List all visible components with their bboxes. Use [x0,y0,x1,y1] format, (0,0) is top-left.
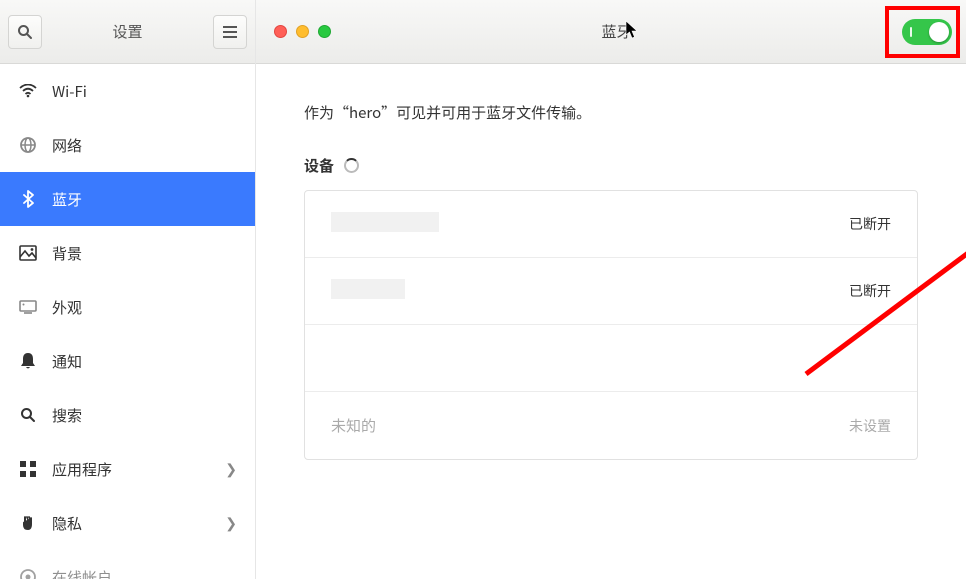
maximize-window-button[interactable] [318,25,331,38]
sidebar-item-wifi[interactable]: Wi-Fi [0,64,255,118]
chevron-right-icon: ❯ [225,513,237,533]
magnifier-icon [15,24,35,40]
wifi-icon [18,84,38,98]
device-row[interactable]: 已断开 [305,258,917,325]
menu-icon [220,26,240,38]
device-status: 已断开 [849,281,891,301]
device-row[interactable]: 已断开 [305,191,917,258]
device-row[interactable] [305,325,917,392]
sidebar-item-label: 蓝牙 [52,189,237,210]
bell-icon [18,352,38,370]
sidebar-item-label: 应用程序 [52,459,211,480]
sidebar-item-appearance[interactable]: 外观 [0,280,255,334]
apps-icon [18,461,38,477]
device-list: 已断开 已断开 未知的 未设置 [304,190,918,460]
sidebar-item-label: 搜索 [52,405,237,426]
sidebar-list: Wi-Fi 网络 蓝牙 背景 外观 通知 [0,64,255,579]
hand-icon [18,514,38,532]
network-icon [18,136,38,154]
online-accounts-icon [18,568,38,579]
sidebar-item-label: 网络 [52,135,237,156]
sidebar-item-search[interactable]: 搜索 [0,388,255,442]
sidebar-item-label: 通知 [52,351,237,372]
search-icon [18,407,38,423]
sidebar-item-applications[interactable]: 应用程序 ❯ [0,442,255,496]
device-status: 未设置 [849,416,891,436]
bluetooth-toggle[interactable] [902,19,952,45]
chevron-right-icon: ❯ [225,459,237,479]
device-row[interactable]: 未知的 未设置 [305,392,917,459]
device-name [331,279,849,304]
menu-button[interactable] [213,15,247,49]
sidebar-item-notifications[interactable]: 通知 [0,334,255,388]
sidebar-item-label: 外观 [52,297,237,318]
sidebar-item-label: 隐私 [52,513,211,534]
sidebar-item-label: 背景 [52,243,237,264]
devices-label: 设备 [304,155,334,176]
sidebar-item-bluetooth[interactable]: 蓝牙 [0,172,255,226]
sidebar-item-background[interactable]: 背景 [0,226,255,280]
device-name [331,212,849,237]
visibility-text: 作为“hero”可见并可用于蓝牙文件传输。 [304,102,918,123]
window-controls [274,25,331,38]
search-button[interactable] [8,15,42,49]
sidebar-item-network[interactable]: 网络 [0,118,255,172]
cursor-pointer-icon [625,20,639,40]
bluetooth-icon [18,190,38,208]
device-status: 已断开 [849,214,891,234]
sidebar-item-privacy[interactable]: 隐私 ❯ [0,496,255,550]
appearance-icon [18,300,38,314]
sidebar-item-online-accounts[interactable]: 在线帐户 [0,550,255,579]
sidebar-title: 设置 [42,21,213,42]
sidebar-item-label: 在线帐户 [52,567,237,579]
minimize-window-button[interactable] [296,25,309,38]
loading-spinner-icon [344,158,359,173]
sidebar-item-label: Wi-Fi [52,81,237,102]
background-icon [18,245,38,261]
device-name: 未知的 [331,415,849,436]
content-pane: 蓝牙 作为“hero”可见并可用于蓝牙文件传输。 设备 已断开 已断开 [256,0,966,579]
panel-title: 蓝牙 [339,21,894,42]
sidebar-pane: 设置 Wi-Fi 网络 蓝牙 背景 [0,0,256,579]
close-window-button[interactable] [274,25,287,38]
